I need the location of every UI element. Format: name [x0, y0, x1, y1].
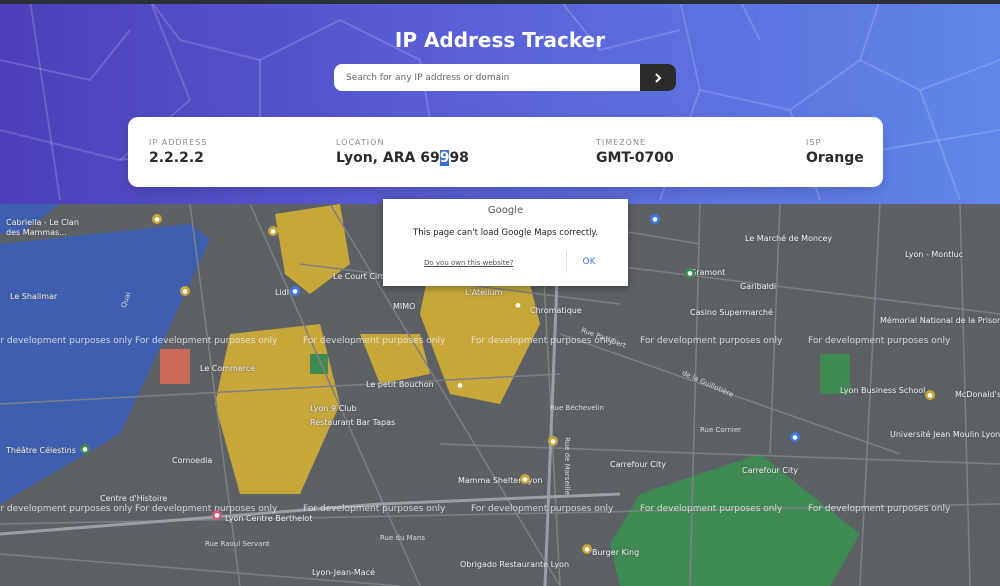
- map-place-label: Carrefour City: [742, 466, 798, 475]
- map-place-label: Lyon - Montluc: [905, 250, 964, 259]
- shop-pin-icon[interactable]: ●: [790, 432, 800, 442]
- dev-watermark: For development purposes only: [135, 504, 278, 514]
- map-place-label: Lyon Business School: [840, 386, 926, 395]
- poi-pin-icon[interactable]: ●: [455, 380, 465, 390]
- dev-watermark: For development purposes only: [471, 504, 614, 514]
- map-place-label: Gramont: [690, 268, 726, 277]
- map-place-label: Le Marché de Moncey: [745, 234, 833, 243]
- map-place-label: MIMO: [393, 302, 416, 311]
- poi-pin-icon[interactable]: ●: [582, 544, 592, 554]
- map-place-label: Lyon Centre Berthelot: [225, 514, 313, 523]
- dev-watermark: For development purposes only: [808, 504, 951, 514]
- poi-pin-icon[interactable]: ●: [925, 390, 935, 400]
- shop-pin-icon[interactable]: ●: [650, 214, 660, 224]
- hero-header: IP Address Tracker IP ADDRESS 2.2.2.2 LO…: [0, 0, 1000, 204]
- dev-watermark: For development purposes only: [640, 336, 783, 346]
- ip-address-value: 2.2.2.2: [149, 150, 204, 166]
- map-place-label: Le Commerce: [200, 364, 256, 373]
- map-place-label: Université Jean Moulin Lyon 3: [890, 430, 1000, 439]
- ip-address-block: IP ADDRESS 2.2.2.2: [149, 138, 207, 166]
- location-label: LOCATION: [336, 138, 385, 147]
- ip-address-label: IP ADDRESS: [149, 138, 208, 147]
- shop-pin-icon[interactable]: ●: [290, 286, 300, 296]
- chevron-right-icon: [655, 72, 662, 83]
- map-place-label: Obrigado Restaurante Lyon: [460, 560, 570, 569]
- red-building: [160, 349, 190, 384]
- selected-text: 9: [439, 150, 450, 166]
- map-place-label: Lyon-Jean-Macé: [312, 568, 376, 577]
- dev-watermark: For development purposes only: [135, 336, 278, 346]
- map-place-label: Comoedia: [172, 456, 213, 465]
- isp-block: ISP Orange: [806, 138, 864, 166]
- map-place-label: Le petit Bouchon: [366, 380, 434, 389]
- ip-search-input[interactable]: [334, 64, 640, 91]
- map-place-label: Lyon 9 Club: [310, 404, 357, 413]
- isp-label: ISP: [806, 138, 822, 147]
- map-place-label: Casino Supermarché: [690, 308, 773, 317]
- isp-value: Orange: [806, 150, 864, 166]
- map-place-label: Le Shalimar: [10, 292, 58, 301]
- search-bar: [334, 64, 676, 91]
- location-value-end: 98: [449, 150, 469, 166]
- map-place-label: des Mammas...: [6, 228, 67, 237]
- poi-pin-icon[interactable]: ●: [268, 226, 278, 236]
- dev-watermark: For development purposes only: [303, 336, 446, 346]
- map-place-label: Burger King: [592, 548, 640, 557]
- street-label: Rue Béchevelin: [550, 404, 604, 412]
- dev-watermark: For development purposes only: [640, 504, 783, 514]
- own-website-link[interactable]: Do you own this website?: [424, 259, 514, 267]
- map-place-label: Théâtre Célestins: [6, 446, 76, 455]
- map-place-label: Cabriella - Le Clan: [6, 218, 79, 227]
- map-place-label: Mémorial National de la Prison de Montlu…: [880, 316, 1000, 325]
- map-place-label: Centre d'Histoire: [100, 494, 168, 503]
- map-place-label: L'Atelium: [465, 288, 503, 297]
- place-pin-icon[interactable]: ●: [212, 510, 222, 520]
- poi-pin-icon[interactable]: ●: [152, 214, 162, 224]
- location-value: Lyon, ARA 69998: [336, 150, 469, 166]
- location-value-start: Lyon, ARA 69: [336, 150, 440, 166]
- poi-pin-icon[interactable]: ●: [180, 286, 190, 296]
- search-submit-button[interactable]: [640, 64, 676, 91]
- map-place-label: Garibaldi: [740, 282, 777, 291]
- poi-pin-icon[interactable]: ●: [548, 436, 558, 446]
- street-label: Rue du Mans: [380, 534, 426, 542]
- map-place-label: Carrefour City: [610, 460, 666, 469]
- dev-watermark: For development purposes only: [303, 504, 446, 514]
- maps-error-message: This page can't load Google Maps correct…: [413, 228, 598, 238]
- google-brand-text: Google: [487, 205, 524, 216]
- location-block: LOCATION Lyon, ARA 69998: [336, 138, 469, 166]
- page-title: IP Address Tracker: [394, 28, 606, 52]
- map-place-label: Chromatique: [530, 306, 582, 315]
- map-place-label: Restaurant Bar Tapas: [310, 418, 396, 427]
- street-label: Rue de Marseille: [562, 437, 571, 495]
- maps-error-dialog: Google This page can't load Google Maps …: [383, 199, 628, 286]
- ip-info-card: IP ADDRESS 2.2.2.2 LOCATION Lyon, ARA 69…: [128, 117, 883, 187]
- timezone-block: TIMEZONE GMT-0700: [596, 138, 674, 166]
- poi-pin-icon[interactable]: ●: [513, 300, 523, 310]
- timezone-value: GMT-0700: [596, 150, 674, 166]
- dev-watermark: For development purposes only: [0, 504, 133, 514]
- dialog-ok-button[interactable]: OK: [566, 251, 611, 273]
- poi-pin-icon[interactable]: ●: [520, 474, 530, 484]
- park-pin-icon[interactable]: ●: [685, 268, 695, 278]
- map-place-label: McDonald's: [955, 390, 1000, 399]
- street-label: Rue Cornier: [700, 426, 742, 434]
- street-label: Rue Raoul Servant: [205, 540, 270, 548]
- window-top-bar: [0, 0, 1000, 4]
- dev-watermark: For development purposes only: [808, 336, 951, 346]
- dev-watermark: For development purposes only: [0, 336, 133, 346]
- timezone-label: TIMEZONE: [596, 138, 647, 147]
- map-place-label: Lidl: [275, 288, 289, 297]
- park-pin-icon[interactable]: ●: [80, 444, 90, 454]
